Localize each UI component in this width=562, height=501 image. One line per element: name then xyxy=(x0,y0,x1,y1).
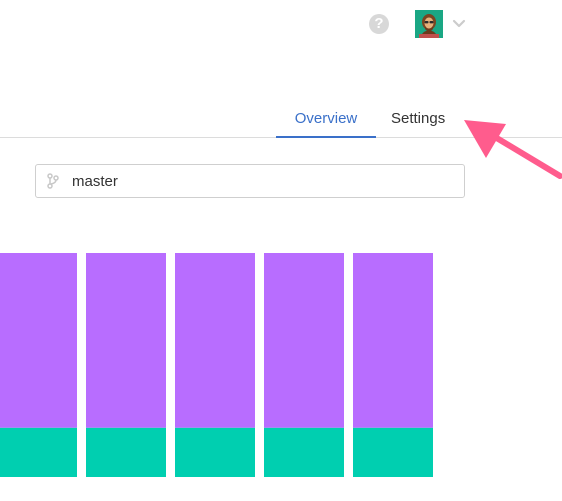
chevron-down-icon[interactable] xyxy=(452,16,466,30)
bar-segment xyxy=(353,253,433,428)
bar-segment xyxy=(175,427,255,477)
branch-name: master xyxy=(72,173,118,190)
annotation-arrow-icon xyxy=(464,120,562,179)
stacked-bar-chart xyxy=(0,253,433,477)
git-branch-icon xyxy=(47,173,59,189)
tab-active-indicator xyxy=(276,136,376,138)
branch-selector[interactable]: master xyxy=(35,164,465,198)
tab-settings[interactable]: Settings xyxy=(391,110,445,128)
help-icon[interactable]: ? xyxy=(369,14,389,34)
bar-segment xyxy=(175,253,255,428)
page: ? Overview Settings master xyxy=(0,0,562,501)
bar-segment xyxy=(86,253,166,428)
tab-overview[interactable]: Overview xyxy=(276,110,376,128)
bar-segment xyxy=(353,427,433,477)
user-avatar[interactable] xyxy=(415,10,443,38)
bar-segment xyxy=(86,427,166,477)
avatar-illustration xyxy=(415,10,443,38)
bar-segment xyxy=(264,427,344,477)
bar-segment xyxy=(0,427,77,477)
bar-segment xyxy=(264,253,344,428)
bar-segment xyxy=(0,253,77,428)
